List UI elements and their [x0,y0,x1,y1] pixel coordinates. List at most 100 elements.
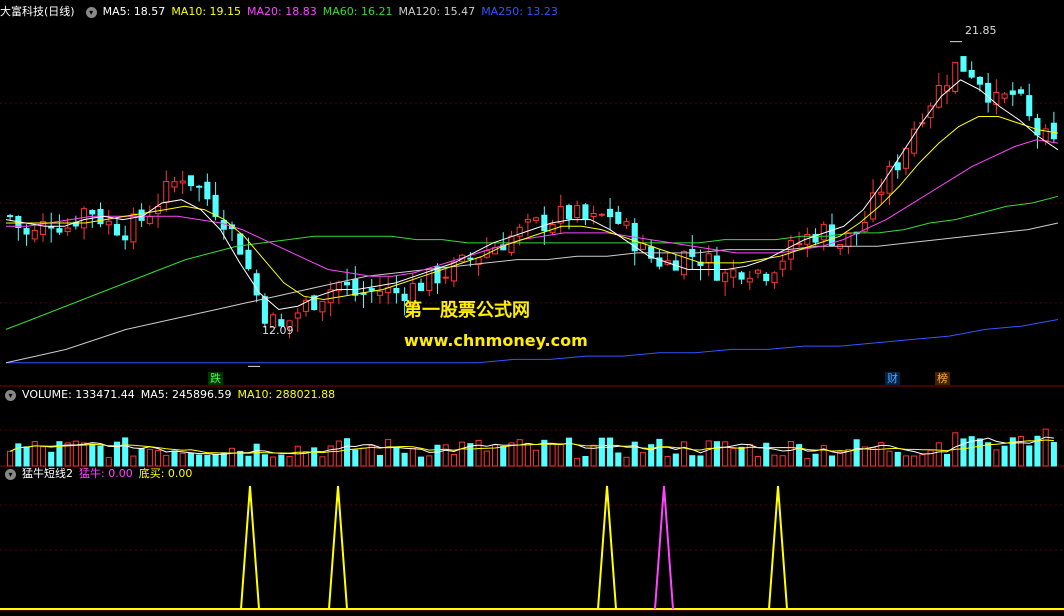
candle-up [779,260,786,270]
volume-bar [993,449,1000,467]
badge-bang[interactable]: 榜 [935,372,950,385]
volume-bar [434,444,441,467]
volume-bar [911,455,918,467]
low-label: 12.09 [262,324,294,337]
volume-bar [39,446,47,467]
candle-down [976,76,983,85]
candle-down [237,233,244,255]
candle-down [245,249,252,270]
volume-bar [48,451,55,467]
candle-up [179,180,186,184]
volume-bar [985,442,992,467]
volume-bar [689,455,696,467]
volume-bar [557,443,564,467]
candle-up [31,229,38,240]
candle-down [1026,95,1033,117]
candle-down [48,226,55,229]
candle-up [163,181,170,203]
candle-up [146,215,153,224]
volume-bar [278,454,285,467]
candle-down [615,211,622,224]
volume-bar [574,457,581,467]
volume-bar [582,455,589,467]
volume-bar [837,451,844,467]
volume-bar [705,440,712,467]
volume-bar [7,450,14,467]
volume-bar [81,442,88,467]
volume-bar [261,454,268,467]
candle-down [985,82,992,103]
volume-bar [171,450,178,467]
volume-bar [196,454,203,467]
volume-bar [385,439,392,467]
volume-bar [902,455,910,467]
volume-bar [417,456,425,467]
volume-bar [311,447,318,467]
badge-cai[interactable]: 财 [885,372,900,385]
volume-bar [861,446,868,467]
candle-up [705,253,712,264]
volume-bar [344,438,351,467]
volume-bar [138,448,145,467]
volume-bar [565,437,573,467]
candle-down [113,223,121,236]
volume-bar [228,447,236,467]
candle-down [565,205,573,220]
volume-bar [442,444,449,467]
volume-bar [401,452,408,467]
volume-bar [828,455,836,467]
dimai-spike [597,485,617,610]
volume-bar [943,454,951,467]
volume-bar [105,457,112,467]
candle-down [56,228,63,233]
candle-down [894,162,901,171]
candle-down [89,209,96,215]
volume-bar [1001,445,1008,467]
volume-bar [376,454,384,467]
volume-bar [812,453,819,467]
candle-down [738,272,745,280]
mengniu-spike [654,485,674,610]
candle-down [417,282,425,292]
candle-down [1009,90,1016,95]
candle-down [713,255,720,281]
volume-bar [664,455,671,467]
volume-bar [450,453,457,467]
volume-bar [680,441,688,467]
candle-up [845,232,852,248]
candle-up [623,221,630,226]
volume-bar [270,456,277,467]
volume-bar [919,454,926,467]
kline-chart [0,41,1064,611]
candle-down [960,56,967,72]
volume-bar [130,455,137,467]
dimai-spike [768,485,788,610]
dimai-spike [328,485,348,610]
candle-down [1034,118,1041,136]
volume-bar [122,437,129,467]
candle-up [878,191,885,195]
volume-bar [426,455,433,467]
volume-bar [722,441,729,467]
watermark-title: 第一股票公式网 [404,300,530,321]
volume-bar [894,451,901,467]
volume-bar [730,448,737,467]
volume-ma5-line [9,436,1054,455]
volume-bar [763,442,770,467]
candle-down [607,208,614,218]
candle-up [902,147,910,169]
candle-down [582,204,589,220]
volume-bar [779,455,786,467]
volume-bar [294,445,301,467]
volume-bar [754,455,762,467]
candle-up [524,218,531,223]
volume-bar [352,449,359,467]
candle-up [590,212,597,217]
candle-up [319,300,326,313]
candle-down [204,181,211,200]
volume-bar [245,455,252,467]
candle-up [598,213,605,216]
badge-die[interactable]: 跌 [208,372,223,385]
candle-down [763,273,770,282]
volume-bar [598,437,605,467]
